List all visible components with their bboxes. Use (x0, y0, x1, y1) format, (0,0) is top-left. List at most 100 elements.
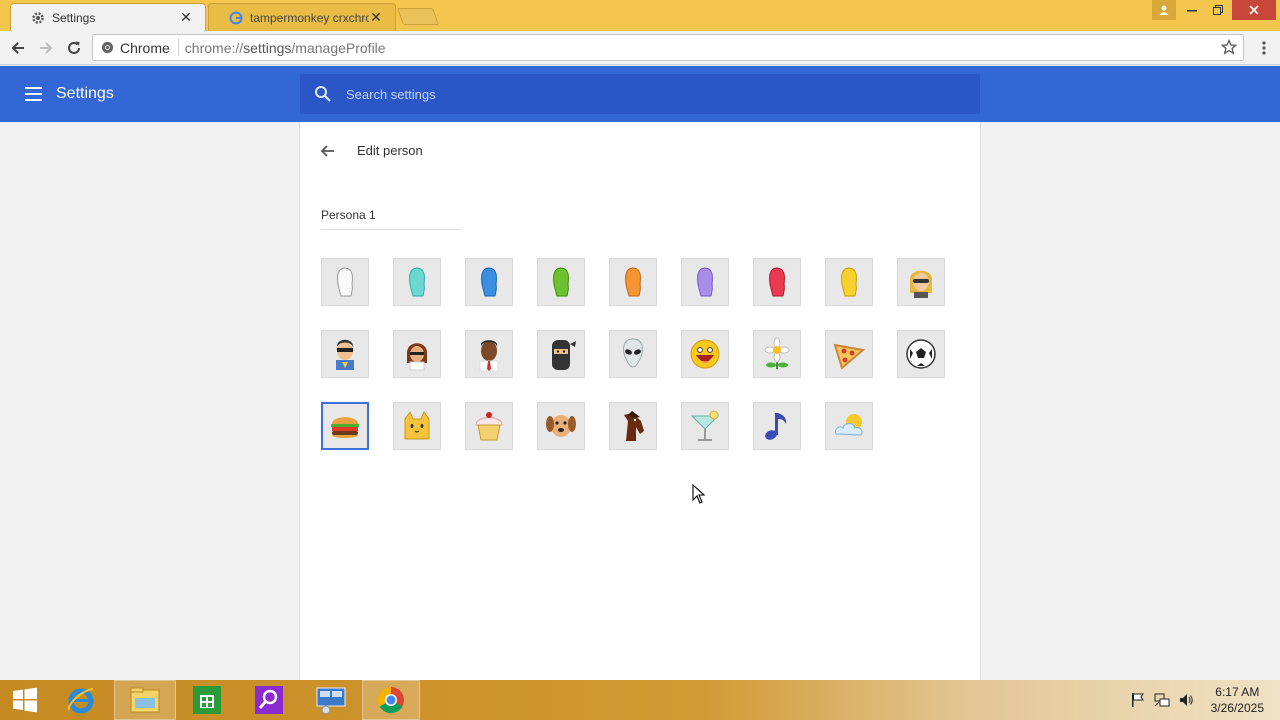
horse-icon (624, 411, 644, 441)
smiley-face-icon (690, 339, 720, 369)
minimize-icon[interactable] (1180, 0, 1204, 20)
settings-header: Settings Search settings (0, 66, 1280, 122)
avatar-generic-blue[interactable] (465, 258, 513, 306)
avatar-volleyball-player[interactable] (393, 330, 441, 378)
page-title: Edit person (357, 143, 423, 158)
close-tab-icon[interactable]: ✕ (179, 9, 193, 26)
avatar-horse[interactable] (609, 402, 657, 450)
secret-agent-icon (910, 270, 932, 298)
url-path: /manageProfile (291, 39, 386, 56)
back-arrow-icon[interactable] (318, 141, 338, 161)
avatar-ninja[interactable] (537, 330, 585, 378)
settings-title: Settings (56, 85, 114, 102)
back-icon[interactable] (6, 36, 30, 60)
start-button[interactable] (0, 680, 50, 720)
chrome-taskbar-button[interactable] (362, 680, 420, 720)
avatar-sun-and-cloud[interactable] (825, 402, 873, 450)
ninja-icon (552, 340, 576, 370)
address-bar[interactable]: Chrome chrome://settings/manageProfile (92, 34, 1244, 61)
avatar-note[interactable] (753, 402, 801, 450)
superhero-icon (336, 339, 354, 370)
avatar-generic-purple[interactable] (681, 258, 729, 306)
alien-icon (623, 338, 643, 368)
head-silhouette-icon (553, 267, 569, 297)
volume-icon[interactable] (1178, 692, 1194, 708)
avatar-generic-red[interactable] (753, 258, 801, 306)
clock-time: 6:17 AM (1215, 685, 1260, 699)
avatar-awesome[interactable] (681, 330, 729, 378)
avatar-pizza[interactable] (825, 330, 873, 378)
bookmark-star-icon[interactable] (1220, 38, 1238, 58)
businessman-icon (479, 340, 499, 372)
music-note-icon (765, 413, 787, 440)
avatar-generic-aqua[interactable] (393, 258, 441, 306)
url-scheme: chrome:// (184, 39, 244, 56)
url-text: chrome://settings/manageProfile (179, 40, 386, 56)
restore-icon[interactable] (1206, 0, 1230, 20)
head-silhouette-icon (697, 267, 713, 297)
network-app-taskbar-button[interactable] (300, 680, 362, 720)
avatar-flower[interactable] (753, 330, 801, 378)
pizza-icon (833, 343, 866, 370)
search-icon (314, 85, 332, 103)
avatar-generic-white[interactable] (321, 258, 369, 306)
search-settings-input[interactable]: Search settings (300, 74, 980, 114)
gear-icon (31, 11, 45, 25)
network-icon[interactable] (1154, 692, 1170, 708)
internet-explorer-icon (67, 688, 94, 714)
head-silhouette-icon (841, 267, 857, 297)
avatar-dog[interactable] (537, 402, 585, 450)
store-taskbar-button[interactable] (176, 680, 238, 720)
tab-tampermonkey[interactable]: tampermonkey crxchrom ✕ (208, 3, 396, 31)
file-explorer-taskbar-button[interactable] (114, 680, 176, 720)
menu-dots-icon[interactable] (1252, 36, 1276, 60)
url-host: settings (243, 39, 292, 56)
google-icon (229, 11, 243, 25)
avatar-cat[interactable] (393, 402, 441, 450)
avatar-superhero[interactable] (321, 330, 369, 378)
cat-icon (404, 410, 430, 440)
head-silhouette-icon (481, 267, 497, 297)
dog-icon (546, 415, 576, 437)
search-app-taskbar-button[interactable] (238, 680, 300, 720)
flower-icon (764, 337, 790, 369)
forward-icon[interactable] (34, 36, 58, 60)
soccer-ball-icon (906, 339, 936, 369)
internet-explorer-taskbar-button[interactable] (50, 680, 112, 720)
avatar-hamburger[interactable] (321, 402, 369, 450)
tab-title: Settings (52, 10, 96, 25)
avatar-margarita[interactable] (681, 402, 729, 450)
avatar-generic-yellow[interactable] (825, 258, 873, 306)
avatar-businessman[interactable] (465, 330, 513, 378)
tab-settings[interactable]: Settings ✕ (10, 3, 206, 31)
clock-date: 3/26/2025 (1210, 701, 1264, 715)
avatar-cupcake[interactable] (465, 402, 513, 450)
head-silhouette-icon (769, 267, 785, 297)
head-silhouette-icon (625, 267, 641, 297)
search-placeholder: Search settings (346, 86, 436, 102)
system-clock[interactable]: 6:17 AM 3/26/2025 (1211, 684, 1264, 716)
hamburger-menu-icon[interactable] (24, 84, 44, 104)
avatar-generic-orange[interactable] (609, 258, 657, 306)
flag-icon[interactable] (1130, 692, 1146, 708)
browser-toolbar: Chrome chrome://settings/manageProfile (0, 31, 1280, 65)
avatar-generic-green[interactable] (537, 258, 585, 306)
reload-icon[interactable] (62, 36, 86, 60)
new-tab-button[interactable] (396, 8, 440, 25)
site-chip[interactable]: Chrome (93, 39, 179, 56)
tab-title: tampermonkey crxchrom (250, 10, 369, 25)
sun-cloud-icon (835, 414, 863, 436)
windows-taskbar: 6:17 AM 3/26/2025 (0, 680, 1280, 720)
close-window-icon[interactable] (1232, 0, 1276, 20)
close-tab-icon[interactable]: ✕ (369, 9, 383, 26)
profile-icon[interactable] (1152, 0, 1176, 20)
person-name-input[interactable]: Persona 1 (321, 208, 461, 230)
cocktail-icon (690, 410, 720, 441)
avatar-alien[interactable] (609, 330, 657, 378)
head-silhouette-icon (337, 267, 353, 297)
avatar-secret-agent[interactable] (897, 258, 945, 306)
avatar-soccer[interactable] (897, 330, 945, 378)
chrome-icon (101, 41, 114, 54)
browser-title-bar: Settings ✕ tampermonkey crxchrom ✕ (0, 0, 1280, 31)
store-icon (193, 686, 221, 714)
